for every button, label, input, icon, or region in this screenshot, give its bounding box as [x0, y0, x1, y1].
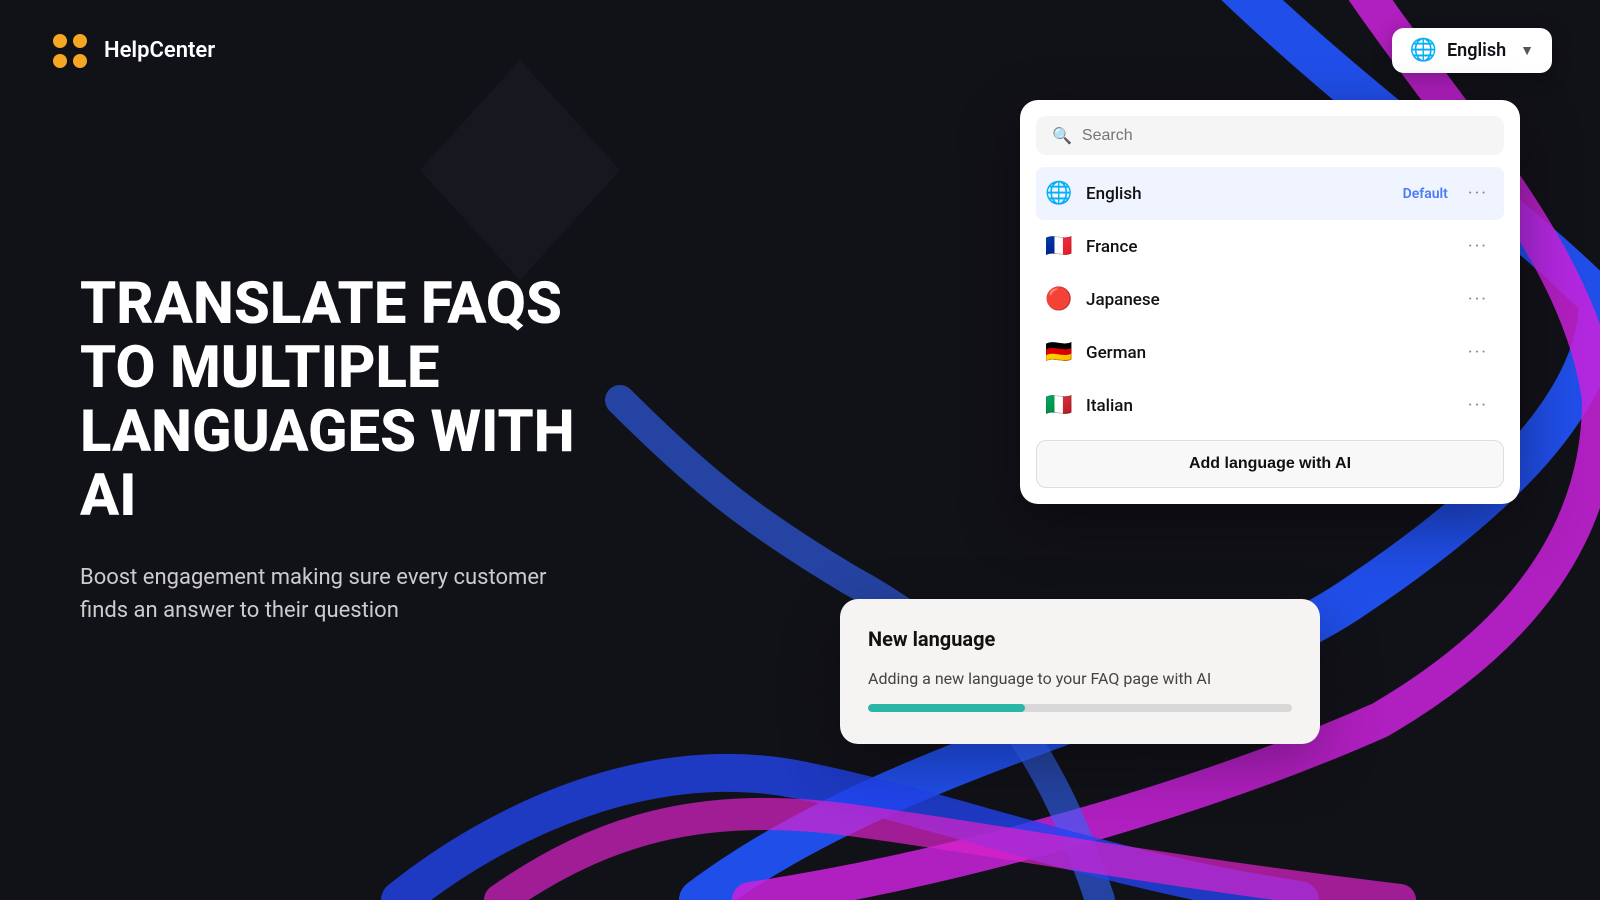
english-label: English	[1086, 184, 1403, 204]
search-box[interactable]: 🔍	[1036, 116, 1504, 155]
progress-bar-track	[868, 704, 1292, 712]
france-flag: 🇫🇷	[1044, 234, 1074, 259]
default-badge: Default	[1403, 186, 1448, 202]
logo-name: HelpCenter	[104, 38, 215, 63]
globe-icon: 🌐	[1410, 38, 1437, 63]
list-item[interactable]: 🇮🇹 Italian ···	[1036, 379, 1504, 432]
german-flag: 🇩🇪	[1044, 340, 1074, 365]
right-section: 🔍 🌐 English Default ··· 🇫🇷 France ··· 🔴 …	[1020, 100, 1520, 504]
subheadline: Boost engagement making sure every custo…	[80, 561, 560, 627]
left-section: Translate FAQs to multiple languages wit…	[0, 273, 620, 626]
japanese-flag: 🔴	[1044, 287, 1074, 312]
list-item[interactable]: 🇩🇪 German ···	[1036, 326, 1504, 379]
german-label: German	[1086, 343, 1460, 363]
logo-icon	[48, 29, 92, 73]
chevron-down-icon: ▼	[1520, 42, 1534, 59]
language-selector-button[interactable]: 🌐 English ▼	[1392, 28, 1552, 73]
header: HelpCenter 🌐 English ▼	[0, 0, 1600, 101]
search-input[interactable]	[1082, 127, 1488, 145]
search-icon: 🔍	[1052, 126, 1072, 145]
logo: HelpCenter	[48, 29, 215, 73]
headline: Translate FAQs to multiple languages wit…	[80, 273, 620, 528]
list-item[interactable]: 🇫🇷 France ···	[1036, 220, 1504, 273]
english-more-button[interactable]: ···	[1460, 179, 1496, 208]
english-flag: 🌐	[1044, 181, 1074, 206]
france-more-button[interactable]: ···	[1460, 232, 1496, 261]
progress-title: New language	[868, 627, 1292, 651]
japanese-label: Japanese	[1086, 290, 1460, 310]
german-more-button[interactable]: ···	[1460, 338, 1496, 367]
italian-label: Italian	[1086, 396, 1460, 416]
list-item[interactable]: 🔴 Japanese ···	[1036, 273, 1504, 326]
japanese-more-button[interactable]: ···	[1460, 285, 1496, 314]
progress-bar-fill	[868, 704, 1025, 712]
language-dropdown-card: 🔍 🌐 English Default ··· 🇫🇷 France ··· 🔴 …	[1020, 100, 1520, 504]
language-list: 🌐 English Default ··· 🇫🇷 France ··· 🔴 Ja…	[1036, 167, 1504, 432]
list-item[interactable]: 🌐 English Default ···	[1036, 167, 1504, 220]
italian-more-button[interactable]: ···	[1460, 391, 1496, 420]
add-language-button[interactable]: Add language with AI	[1036, 440, 1504, 488]
italian-flag: 🇮🇹	[1044, 393, 1074, 418]
progress-card: New language Adding a new language to yo…	[840, 599, 1320, 744]
france-label: France	[1086, 237, 1460, 257]
progress-description: Adding a new language to your FAQ page w…	[868, 669, 1292, 688]
selected-language-label: English	[1447, 40, 1506, 61]
